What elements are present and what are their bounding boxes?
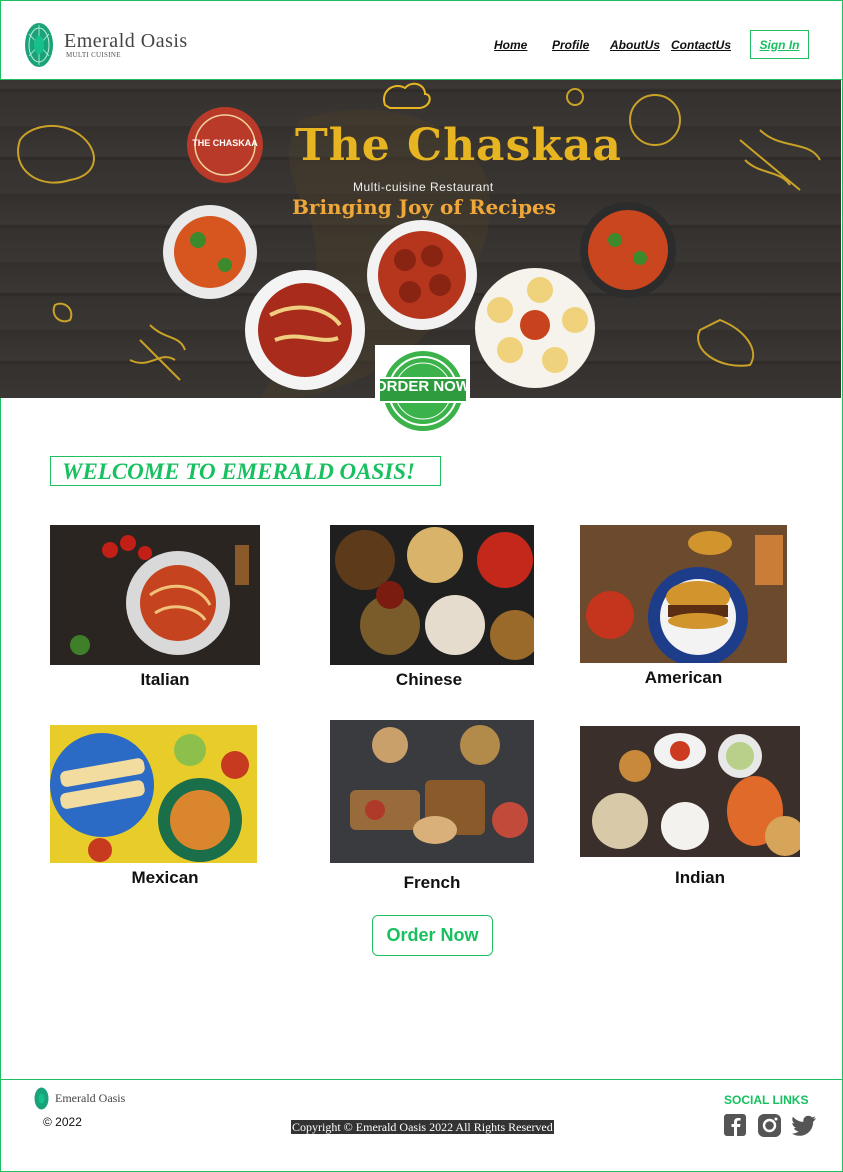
- twitter-icon[interactable]: [792, 1113, 817, 1138]
- order-now-stamp[interactable]: ORDER NOW: [375, 345, 470, 437]
- french-image[interactable]: [330, 720, 534, 863]
- sign-in-button[interactable]: Sign In: [750, 30, 809, 59]
- order-now-button[interactable]: Order Now: [372, 915, 493, 956]
- chinese-label[interactable]: Chinese: [330, 670, 528, 690]
- banner-title: The Chaskaa: [295, 120, 622, 171]
- french-label[interactable]: French: [330, 873, 534, 893]
- nav-contactus[interactable]: ContactUs: [671, 38, 731, 52]
- indian-label[interactable]: Indian: [580, 868, 820, 888]
- nav-profile[interactable]: Profile: [552, 38, 589, 52]
- mexican-label[interactable]: Mexican: [50, 868, 280, 888]
- emerald-gem-icon: [34, 1087, 49, 1110]
- brand-logo[interactable]: Emerald Oasis MULTI CUISINE: [24, 20, 194, 70]
- banner-subtitle: Multi-cuisine Restaurant: [353, 180, 494, 194]
- indian-image[interactable]: [580, 726, 800, 857]
- brand-tagline: MULTI CUISINE: [66, 51, 121, 59]
- italian-label[interactable]: Italian: [50, 670, 280, 690]
- footer-divider: [0, 1079, 843, 1080]
- mexican-image[interactable]: [50, 725, 257, 863]
- footer-year: © 2022: [43, 1115, 82, 1129]
- instagram-icon[interactable]: [757, 1113, 782, 1138]
- social-links-title: SOCIAL LINKS: [724, 1093, 809, 1107]
- stamp-label: ORDER NOW: [375, 378, 470, 395]
- nav-home[interactable]: Home: [494, 38, 527, 52]
- emerald-gem-icon: [25, 23, 53, 67]
- footer-copyright: Copyright © Emerald Oasis 2022 All Right…: [291, 1120, 554, 1134]
- chinese-image[interactable]: [330, 525, 534, 665]
- facebook-icon[interactable]: [723, 1113, 748, 1138]
- nav-aboutus[interactable]: AboutUs: [610, 38, 660, 52]
- american-image[interactable]: [580, 525, 787, 663]
- chef-hat-icon: [383, 82, 431, 109]
- american-label[interactable]: American: [580, 668, 787, 688]
- italian-image[interactable]: [50, 525, 260, 665]
- welcome-heading: WELCOME TO EMERALD OASIS!: [50, 456, 441, 486]
- brand-name: Emerald Oasis: [64, 30, 188, 52]
- footer-brand-name: Emerald Oasis: [55, 1091, 126, 1105]
- badge-text: THE CHASKAA: [192, 138, 258, 148]
- banner-tagline: Bringing Joy of Recipes: [292, 195, 557, 219]
